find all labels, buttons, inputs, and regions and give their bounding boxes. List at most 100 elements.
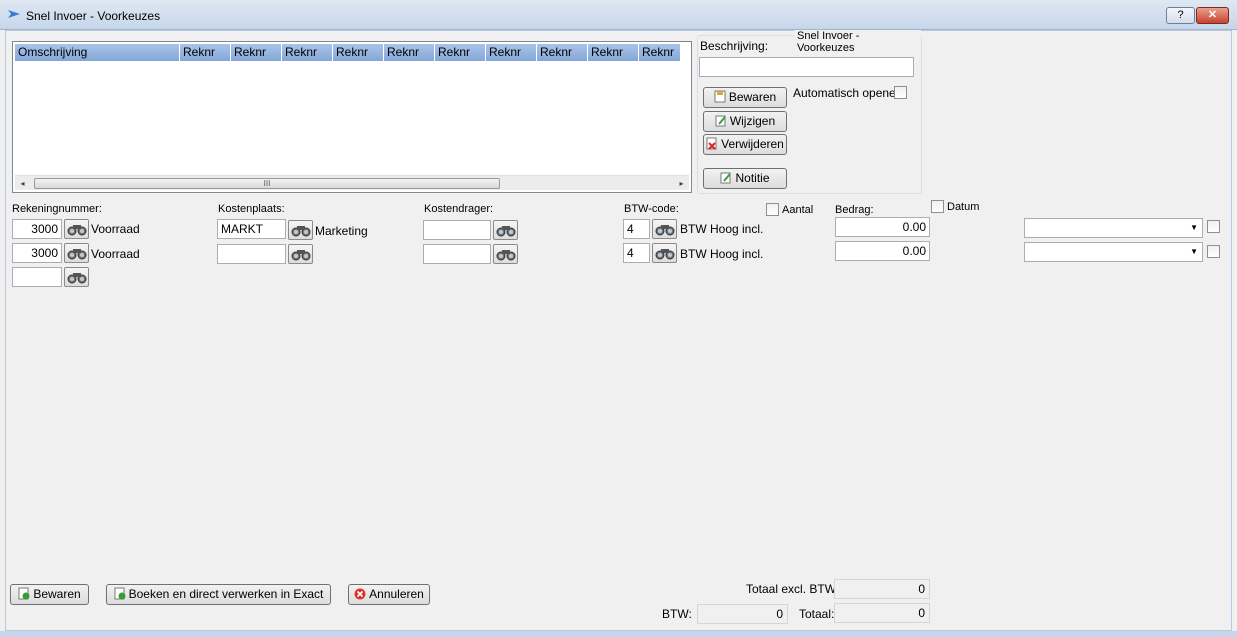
cost-center-input[interactable] [217,244,286,264]
account-lookup-button[interactable] [64,243,89,263]
column-header-reknr[interactable]: Reknr [588,44,639,61]
account-lookup-button[interactable] [64,267,89,287]
vat-code-lookup-button[interactable] [652,243,677,263]
cost-center-lookup-button[interactable] [288,244,313,264]
vat-name: BTW Hoog incl. [680,222,764,236]
column-header-reknr[interactable]: Reknr [231,44,282,61]
account-name: Voorraad [91,247,140,261]
binoculars-icon [67,225,87,236]
vat-code-input[interactable]: 4 [623,219,650,239]
preferences-list[interactable]: Omschrijving Reknr Reknr Reknr Reknr Rek… [12,41,692,193]
column-header-reknr[interactable]: Reknr [486,44,537,61]
date-combobox[interactable]: ▼ [1024,218,1203,238]
app-icon [8,10,20,18]
row-checkbox[interactable] [1207,245,1220,258]
list-header: Omschrijving Reknr Reknr Reknr Reknr Rek… [15,44,681,61]
column-header-reknr[interactable]: Reknr [384,44,435,61]
vat-code-input[interactable]: 4 [623,243,650,263]
account-number-label: Rekeningnummer: [12,203,102,215]
binoculars-icon [291,250,311,261]
delete-preference-label: Verwijderen [721,137,784,151]
binoculars-icon [655,225,675,236]
book-and-process-button[interactable]: Boeken en direct verwerken in Exact [106,584,331,605]
book-check-icon [114,587,126,600]
scroll-left-icon[interactable]: ◂ [15,176,30,191]
vat-total-value: 0 [697,604,788,624]
chevron-down-icon: ▼ [1190,223,1198,232]
note-icon [720,172,732,184]
column-header-reknr[interactable]: Reknr [537,44,588,61]
save-icon [714,90,726,103]
cancel-button[interactable]: Annuleren [348,584,430,605]
account-name: Voorraad [91,222,140,236]
vat-name: BTW Hoog incl. [680,247,764,261]
binoculars-icon [67,273,87,284]
column-header-reknr[interactable]: Reknr [282,44,333,61]
group-title: Snel Invoer - Voorkeuzes [794,30,921,54]
window-title: Snel Invoer - Voorkeuzes [26,9,161,23]
help-button[interactable]: ? [1166,7,1195,24]
book-and-process-label: Boeken en direct verwerken in Exact [128,587,324,601]
cost-center-lookup-button[interactable] [288,220,313,240]
cost-unit-input[interactable] [423,244,491,264]
save-button[interactable]: Bewaren [10,584,89,605]
binoculars-icon [291,226,311,237]
account-input[interactable] [12,267,62,287]
save-preference-button[interactable]: Bewaren [703,87,787,108]
binoculars-icon [67,249,87,260]
scroll-right-icon[interactable]: ▸ [674,176,689,191]
close-button[interactable]: ✕ [1196,7,1229,24]
save-label: Bewaren [33,587,81,601]
auto-open-label: Automatisch openen [793,86,903,100]
row-checkbox[interactable] [1207,220,1220,233]
vat-code-lookup-button[interactable] [652,219,677,239]
cost-unit-input[interactable] [423,220,491,240]
auto-open-checkbox[interactable] [894,86,907,99]
account-input[interactable]: 3000 [12,219,62,239]
column-header-reknr[interactable]: Reknr [435,44,486,61]
account-lookup-button[interactable] [64,219,89,239]
window-frame-bottom [0,631,1237,637]
amount-label: Bedrag: [835,204,874,216]
date-combobox[interactable]: ▼ [1024,242,1203,262]
save-preference-label: Bewaren [728,90,777,104]
cost-center-label: Kostenplaats: [218,203,285,215]
column-header-reknr[interactable]: Reknr [333,44,384,61]
column-header-omschrijving[interactable]: Omschrijving [15,44,180,61]
date-checkbox[interactable] [931,200,944,213]
title-bar: Snel Invoer - Voorkeuzes ? ✕ [0,0,1237,30]
account-input[interactable]: 3000 [12,243,62,263]
horizontal-scrollbar[interactable]: ◂ III ▸ [15,175,689,190]
note-label: Notitie [735,171,770,185]
delete-preference-button[interactable]: Verwijderen [703,134,787,155]
cancel-icon [354,588,366,600]
total-value: 0 [834,603,930,623]
description-label: Beschrijving: [700,39,769,53]
total-label: Totaal: [799,607,835,621]
edit-icon [715,115,726,127]
total-excl-vat-value: 0 [834,579,930,599]
note-button[interactable]: Notitie [703,168,787,189]
cost-center-input[interactable]: MARKT [217,219,286,239]
cost-unit-lookup-button[interactable] [493,220,518,240]
cost-center-name: Marketing [315,224,368,238]
date-label: Datum [947,201,980,213]
quantity-label: Aantal [782,204,814,216]
column-header-reknr[interactable]: Reknr [180,44,231,61]
vat-total-label: BTW: [662,607,692,621]
amount-input[interactable]: 0.00 [835,241,930,261]
binoculars-icon [496,250,516,261]
save-check-icon [18,587,30,600]
chevron-down-icon: ▼ [1190,247,1198,256]
cost-unit-lookup-button[interactable] [493,244,518,264]
edit-preference-button[interactable]: Wijzigen [703,111,787,132]
quantity-checkbox[interactable] [766,203,779,216]
description-input[interactable] [699,57,914,77]
scrollbar-thumb[interactable]: III [34,178,500,189]
column-header-reknr[interactable]: Reknr [639,44,681,61]
vat-code-label: BTW-code: [624,203,679,215]
amount-input[interactable]: 0.00 [835,217,930,237]
delete-icon [706,137,717,150]
edit-preference-label: Wijzigen [729,114,776,128]
binoculars-icon [655,249,675,260]
